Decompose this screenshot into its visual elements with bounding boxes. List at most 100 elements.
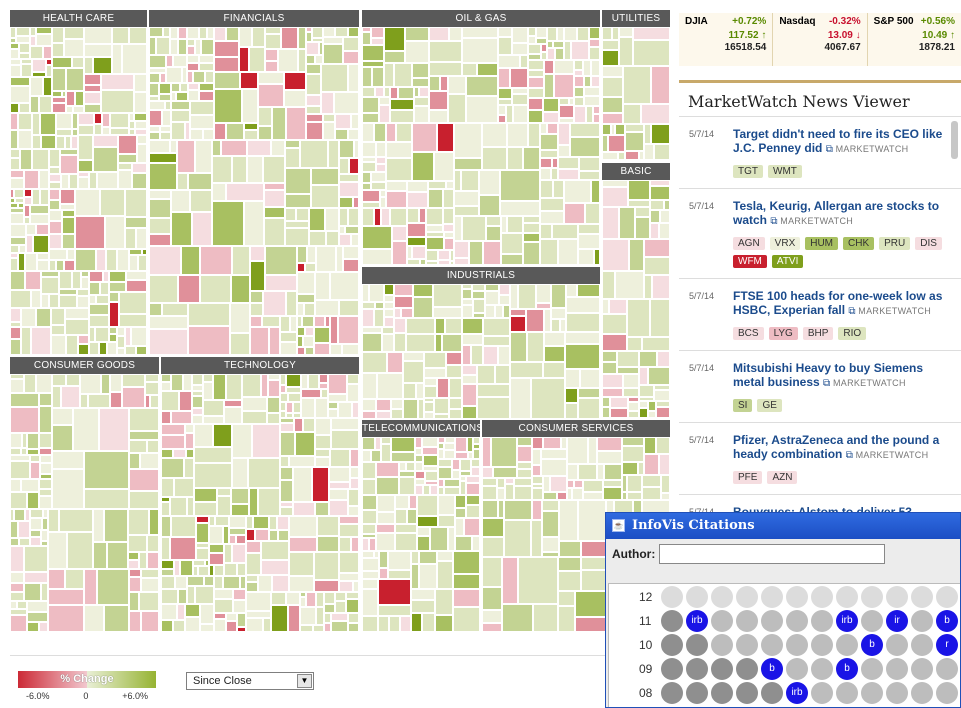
stock-cell[interactable] (415, 448, 422, 455)
stock-cell[interactable] (161, 560, 174, 569)
stock-cell[interactable] (578, 224, 600, 234)
stock-cell[interactable] (136, 228, 147, 249)
stock-cell[interactable] (10, 592, 24, 601)
stock-cell[interactable] (430, 527, 448, 551)
stock-cell[interactable] (593, 106, 600, 114)
citation-dot[interactable]: r (936, 634, 958, 656)
stock-cell[interactable] (192, 396, 203, 408)
stock-cell[interactable] (416, 383, 424, 399)
stock-cell[interactable] (200, 604, 214, 624)
stock-cell[interactable] (575, 591, 606, 617)
stock-cell[interactable] (298, 27, 306, 49)
sector-consumer_goods[interactable]: CONSUMER GOODS (10, 357, 159, 632)
stock-cell[interactable] (84, 57, 93, 74)
stock-cell[interactable] (413, 284, 433, 297)
stock-cell[interactable] (10, 65, 21, 77)
stock-cell[interactable] (554, 74, 574, 98)
stock-cell[interactable] (303, 336, 314, 347)
stock-cell[interactable] (56, 113, 72, 129)
stock-cell[interactable] (449, 398, 462, 409)
stock-cell[interactable] (252, 424, 280, 458)
stock-cell[interactable] (27, 612, 48, 622)
stock-cell[interactable] (602, 397, 610, 407)
stock-cell[interactable] (277, 516, 289, 530)
stock-cell[interactable] (309, 208, 325, 231)
stock-cell[interactable] (323, 37, 343, 44)
stock-cell[interactable] (350, 478, 359, 489)
stock-cell[interactable] (246, 611, 271, 618)
stock-cell[interactable] (201, 39, 214, 55)
stock-cell[interactable] (261, 541, 289, 560)
stock-cell[interactable] (187, 39, 195, 46)
stock-cell[interactable] (527, 332, 544, 362)
stock-cell[interactable] (424, 412, 434, 419)
stock-cell[interactable] (190, 115, 214, 129)
stock-cell[interactable] (353, 197, 359, 208)
stock-cell[interactable] (18, 130, 32, 149)
stock-cell[interactable] (339, 552, 359, 573)
stock-cell[interactable] (49, 182, 61, 189)
stock-cell[interactable] (602, 40, 619, 50)
stock-cell[interactable] (330, 344, 342, 355)
stock-cell[interactable] (628, 180, 650, 200)
stock-cell[interactable] (371, 450, 381, 462)
stock-cell[interactable] (194, 488, 217, 502)
stock-cell[interactable] (188, 173, 212, 190)
stock-cell[interactable] (61, 386, 80, 408)
stock-cell[interactable] (362, 183, 371, 190)
stock-cell[interactable] (482, 478, 497, 486)
stock-cell[interactable] (553, 180, 564, 198)
stock-cell[interactable] (501, 233, 523, 254)
stock-cell[interactable] (149, 329, 188, 355)
stock-cell[interactable] (162, 303, 188, 316)
stock-cell[interactable] (289, 552, 314, 576)
citation-dot[interactable] (711, 586, 733, 608)
citation-dot[interactable] (886, 586, 908, 608)
stock-cell[interactable] (39, 406, 52, 433)
stock-cell[interactable] (125, 346, 136, 355)
stock-cell[interactable] (203, 416, 224, 424)
stock-cell[interactable] (602, 334, 627, 351)
stock-cell[interactable] (280, 393, 288, 402)
citation-dot[interactable]: b (861, 634, 883, 656)
stock-cell[interactable] (267, 413, 280, 424)
stock-cell[interactable] (246, 541, 261, 553)
stock-cell[interactable] (426, 208, 443, 225)
stock-cell[interactable] (233, 589, 246, 600)
stock-cell[interactable] (477, 365, 495, 384)
stock-cell[interactable] (602, 77, 623, 97)
stock-cell[interactable] (642, 487, 661, 500)
stock-cell[interactable] (236, 535, 246, 544)
stock-cell[interactable] (314, 327, 330, 343)
stock-cell[interactable] (247, 140, 271, 156)
stock-cell[interactable] (335, 601, 346, 613)
stock-cell[interactable] (10, 178, 24, 189)
sector-header[interactable]: CONSUMER SERVICES (482, 420, 670, 437)
stock-cell[interactable] (362, 302, 375, 309)
stock-cell[interactable] (166, 67, 182, 83)
stock-cell[interactable] (449, 409, 462, 419)
stock-cell[interactable] (541, 459, 567, 476)
citation-grid[interactable]: 12 11 irb irb ir b 10 b r 09 b b 08 irb (608, 583, 960, 707)
stock-cell[interactable] (339, 573, 359, 581)
stock-cell[interactable] (523, 242, 540, 265)
stock-cell[interactable] (479, 195, 500, 216)
stock-cell[interactable] (455, 495, 466, 508)
stock-cell[interactable] (651, 66, 670, 104)
stock-cell[interactable] (101, 374, 110, 394)
stock-cell[interactable] (369, 284, 384, 302)
stock-cell[interactable] (250, 246, 265, 261)
stock-cell[interactable] (409, 495, 417, 509)
stock-cell[interactable] (27, 601, 48, 612)
stock-cell[interactable] (240, 72, 258, 89)
stock-cell[interactable] (66, 335, 78, 355)
stock-cell[interactable] (532, 500, 542, 520)
stock-cell[interactable] (577, 27, 589, 41)
stock-cell[interactable] (558, 591, 575, 606)
stock-cell[interactable] (379, 551, 388, 568)
stock-cell[interactable] (250, 327, 269, 355)
stock-cell[interactable] (306, 95, 321, 106)
stock-cell[interactable] (660, 210, 670, 223)
stock-cell[interactable] (389, 616, 400, 632)
stock-cell[interactable] (348, 506, 359, 516)
